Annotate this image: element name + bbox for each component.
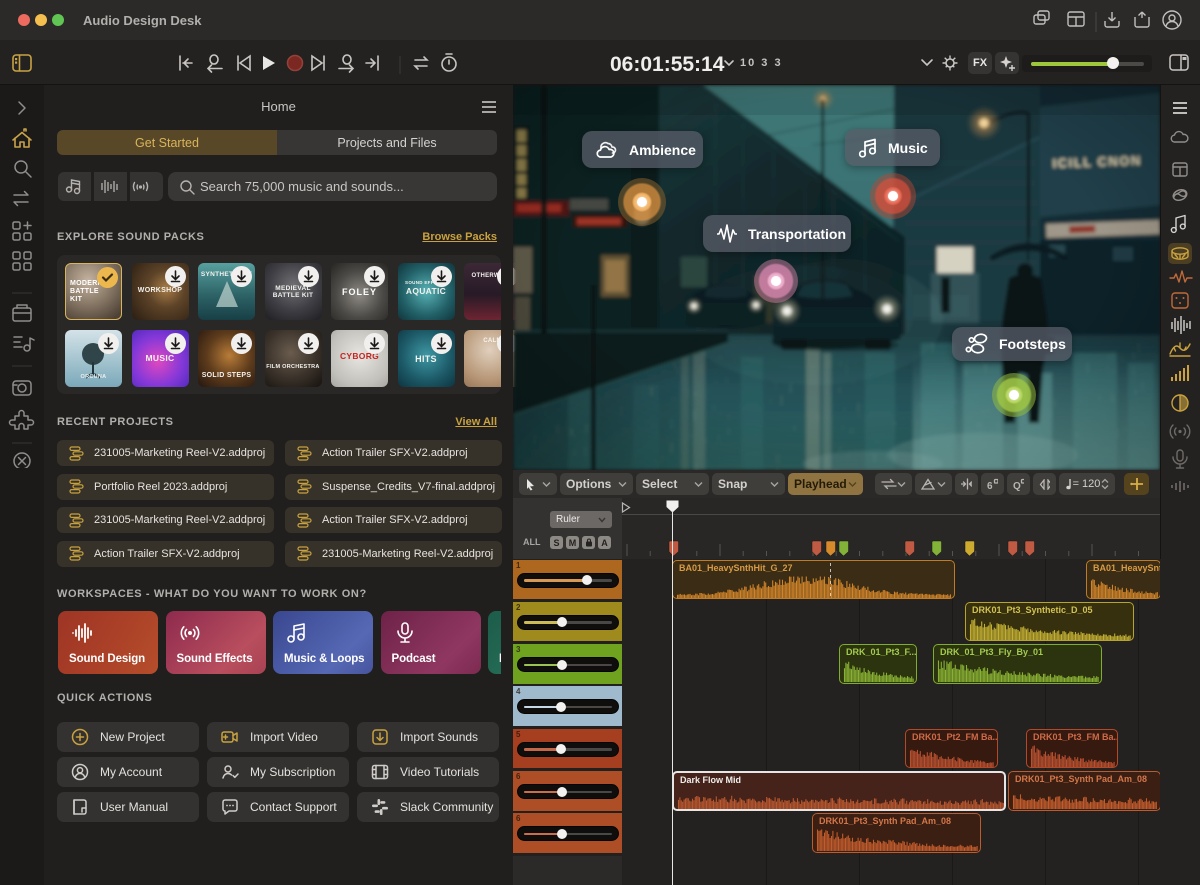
svg-text:6: 6: [987, 481, 993, 491]
svg-text:Q: Q: [1013, 481, 1021, 491]
